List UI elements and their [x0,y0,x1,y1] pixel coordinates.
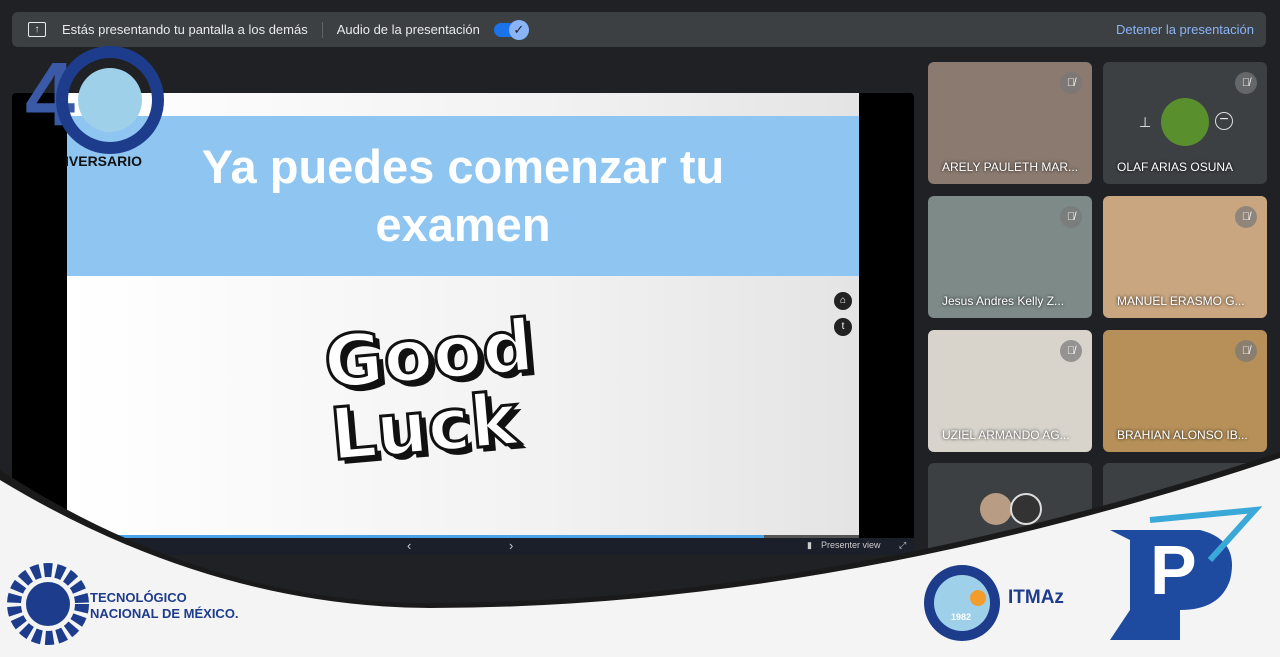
pez-letter: P [1150,531,1197,609]
svg-text:IVERSARIO: IVERSARIO [65,153,142,169]
itmaz-text: ITMAz [1008,587,1064,608]
itmaz-logo [924,565,1000,641]
anniversary-logo: 4 IVERSARIO [25,45,164,169]
tecnm-text-2: NACIONAL DE MÉXICO. [90,606,239,621]
itmaz-year: 1982 [951,612,972,622]
branding-overlay: 4 IVERSARIO [0,45,1280,657]
tecnm-text-1: TECNOLÓGICO [90,590,187,605]
